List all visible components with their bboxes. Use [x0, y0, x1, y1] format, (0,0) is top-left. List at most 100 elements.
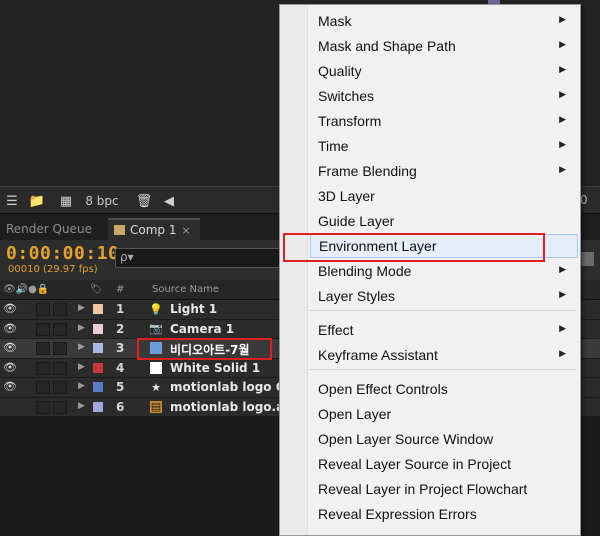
- layer-number: 1: [116, 302, 125, 316]
- menu-item-label: Reveal Layer in Project Flowchart: [318, 481, 528, 497]
- menu-item-transform[interactable]: Transform ▶: [310, 109, 578, 133]
- scroll-left-icon[interactable]: ◀: [162, 192, 176, 210]
- tab-render-queue[interactable]: Render Queue: [0, 218, 98, 240]
- eye-icon[interactable]: 👁: [3, 361, 17, 374]
- lock-toggle[interactable]: [53, 381, 67, 394]
- composition-swatch-icon: [114, 225, 125, 235]
- menu-item-frame-blending[interactable]: Frame Blending ▶: [310, 159, 578, 183]
- eye-icon[interactable]: 👁: [3, 322, 17, 335]
- menu-item-switches[interactable]: Switches ▶: [310, 84, 578, 108]
- expand-triangle-icon[interactable]: ▶: [78, 362, 85, 372]
- solo-toggle[interactable]: [36, 322, 50, 336]
- label-color[interactable]: [93, 343, 103, 353]
- menu-item-reveal-expression-errors[interactable]: Reveal Expression Errors: [310, 502, 578, 526]
- menu-item-label: Keyframe Assistant: [318, 347, 438, 363]
- tab-comp-1[interactable]: Comp 1 ×: [108, 218, 200, 240]
- solo-toggle[interactable]: [36, 381, 50, 394]
- menu-item-label: Layer Styles: [318, 288, 396, 304]
- menu-item-label: Mask and Shape Path: [318, 38, 456, 54]
- submenu-arrow-icon: ▶: [559, 348, 566, 358]
- menu-separator: [310, 369, 576, 370]
- bit-depth-button[interactable]: 8 bpc: [84, 192, 120, 210]
- lock-toggle[interactable]: [53, 322, 67, 336]
- layers-icon[interactable]: ☰: [4, 192, 20, 210]
- layer-number: 5: [116, 380, 125, 394]
- layer-name[interactable]: White Solid 1: [170, 361, 260, 375]
- expand-triangle-icon[interactable]: ▶: [78, 381, 85, 391]
- expand-triangle-icon[interactable]: ▶: [78, 401, 85, 411]
- label-color[interactable]: [93, 323, 103, 334]
- solo-toggle[interactable]: [36, 342, 50, 355]
- layer-name[interactable]: Camera 1: [170, 322, 234, 336]
- trash-icon[interactable]: 🗑: [136, 192, 153, 210]
- menu-item-label: Guide Layer: [318, 213, 395, 229]
- layer-name[interactable]: Light 1: [170, 302, 217, 316]
- menu-separator: [310, 310, 576, 311]
- menu-item-open-layer[interactable]: Open Layer: [310, 402, 578, 426]
- solo-toggle[interactable]: [36, 361, 50, 375]
- layer-name[interactable]: motionlab logo.a: [170, 400, 284, 414]
- solo-toggle[interactable]: [36, 303, 50, 316]
- menu-item-reveal-layer-in-project-flowchart[interactable]: Reveal Layer in Project Flowchart: [310, 477, 578, 501]
- menu-item-label: Reveal Expression Errors: [318, 506, 477, 522]
- layer-name[interactable]: motionlab logo O: [170, 380, 286, 394]
- menu-item-label: Open Layer: [318, 406, 392, 422]
- submenu-arrow-icon: ▶: [559, 64, 566, 74]
- menu-item-open-layer-source-window[interactable]: Open Layer Source Window: [310, 427, 578, 451]
- menu-item-open-effect-controls[interactable]: Open Effect Controls: [310, 377, 578, 401]
- menu-item-label: Switches: [318, 88, 375, 104]
- close-icon[interactable]: ×: [181, 224, 190, 237]
- menu-item-quality[interactable]: Quality ▶: [310, 59, 578, 83]
- menu-item-label: Blending Mode: [318, 263, 412, 279]
- menu-item-label: Environment Layer: [319, 238, 437, 254]
- layer-context-menu: Mask ▶ Mask and Shape Path ▶ Quality ▶ Switche…: [279, 4, 581, 536]
- solo-toggle[interactable]: [36, 400, 50, 414]
- label-color[interactable]: [93, 401, 103, 412]
- folder-icon[interactable]: 📁: [28, 192, 46, 210]
- composition-settings-icon[interactable]: ▦: [56, 192, 76, 210]
- current-time-display[interactable]: 0:00:00:10: [6, 243, 119, 264]
- label-color[interactable]: [93, 304, 103, 314]
- solid-icon: [150, 361, 162, 374]
- menu-item-mask[interactable]: Mask ▶: [310, 9, 578, 33]
- menu-item-environment-layer[interactable]: Environment Layer: [310, 234, 578, 258]
- menu-item-blending-mode[interactable]: Blending Mode ▶: [310, 259, 578, 283]
- menu-item-label: Open Effect Controls: [318, 381, 448, 397]
- menu-item-effect[interactable]: Effect ▶: [310, 318, 578, 342]
- menu-item-label: Time: [318, 138, 349, 154]
- menu-item-keyframe-assistant[interactable]: Keyframe Assistant ▶: [310, 343, 578, 367]
- layer-name[interactable]: 비디오아트-7월: [170, 341, 250, 358]
- label-color[interactable]: [93, 382, 103, 392]
- menu-item-reveal-layer-source-in-project[interactable]: Reveal Layer Source in Project: [310, 452, 578, 476]
- lock-toggle[interactable]: [53, 342, 67, 355]
- menu-item-mask-and-shape-path[interactable]: Mask and Shape Path ▶: [310, 34, 578, 58]
- column-source-name[interactable]: Source Name: [152, 284, 219, 295]
- eye-icon[interactable]: 👁: [3, 380, 17, 393]
- menu-item-layer-styles[interactable]: Layer Styles ▶: [310, 284, 578, 308]
- expand-triangle-icon[interactable]: ▶: [78, 303, 85, 313]
- submenu-arrow-icon: ▶: [559, 14, 566, 24]
- layer-search-input[interactable]: ρ▾: [115, 248, 285, 268]
- lock-toggle[interactable]: [53, 303, 67, 316]
- menu-icon-strip: [280, 5, 308, 535]
- menu-item-label: Mask: [318, 13, 352, 29]
- star-icon: ★: [151, 380, 161, 394]
- eye-icon[interactable]: 👁: [3, 341, 17, 354]
- expand-triangle-icon[interactable]: ▶: [78, 342, 85, 352]
- expand-triangle-icon[interactable]: ▶: [78, 323, 85, 333]
- camera-icon: 📷: [149, 322, 163, 335]
- submenu-arrow-icon: ▶: [559, 39, 566, 49]
- submenu-arrow-icon: ▶: [559, 164, 566, 174]
- lock-toggle[interactable]: [53, 361, 67, 375]
- menu-item-guide-layer[interactable]: Guide Layer: [310, 209, 578, 233]
- submenu-arrow-icon: ▶: [559, 114, 566, 124]
- lock-toggle[interactable]: [53, 400, 67, 414]
- label-color[interactable]: [93, 362, 103, 373]
- menu-item-time[interactable]: Time ▶: [310, 134, 578, 158]
- timeline-option-button[interactable]: [580, 252, 594, 266]
- footage-icon: [150, 342, 162, 354]
- layer-number: 3: [116, 341, 125, 355]
- menu-item-3d-layer[interactable]: 3D Layer: [310, 184, 578, 208]
- composition-icon: ▤: [150, 400, 162, 413]
- eye-icon[interactable]: 👁: [3, 302, 17, 315]
